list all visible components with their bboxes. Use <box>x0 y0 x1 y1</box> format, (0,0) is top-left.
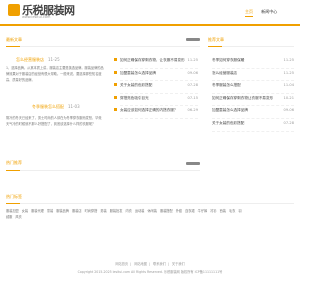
recommend-divider <box>222 46 294 47</box>
bullet-icon <box>114 83 117 87</box>
footer-link-about[interactable]: 关于我们 <box>172 262 185 266</box>
latest-list: 如何正确保存穿剩衣物，让衣服不易变形 11-25 加盟童装怎么选择品牌 09-06 … <box>114 56 198 119</box>
tag-link[interactable]: 西装 <box>220 209 226 213</box>
latest-divider <box>20 46 200 47</box>
latest-more-button[interactable] <box>186 38 200 41</box>
nav-home[interactable]: 主页 <box>245 9 253 17</box>
hot-section-title: 热门推荐 <box>6 160 22 165</box>
hot-more-button[interactable] <box>186 162 200 165</box>
footer-link-home[interactable]: 网站首页 <box>115 262 128 266</box>
tag-link[interactable]: 服装店 <box>72 209 82 213</box>
copyright: Copyright 2015-2025 lesitui.com All Righ… <box>77 270 223 274</box>
featured-1-title[interactable]: 怎么经营服装店 11-25 <box>16 57 60 63</box>
tag-link[interactable]: 服装加盟 <box>6 209 19 213</box>
bullet-icon <box>114 58 117 61</box>
tags-divider <box>20 203 294 204</box>
logo-icon[interactable] <box>8 4 20 16</box>
latest-section-title: 最新文章 <box>6 37 22 42</box>
bullet-icon <box>114 70 117 74</box>
tag-link[interactable]: 衬衫 <box>210 209 216 213</box>
hot-underline <box>6 170 20 171</box>
list-item[interactable]: 冬季如何穿衣服保暖 11-25 <box>212 56 294 69</box>
list-item[interactable]: 冬季服装怎么搭配 11-04 <box>212 81 294 94</box>
tag-link[interactable]: 男装 <box>100 209 106 213</box>
tags-underline <box>6 203 20 204</box>
latest-underline <box>6 46 20 47</box>
tag-link[interactable]: 牛仔裤 <box>198 209 208 213</box>
recommend-list: 冬季如何穿衣服保暖 11-25 怎么经营服装店 11-25 冬季服装怎么搭配 11-0… <box>212 56 294 132</box>
list-item[interactable]: 关于女装的色彩搭配 07-28 <box>212 119 294 132</box>
list-item[interactable]: 怎么经营服装店 11-25 <box>212 69 294 82</box>
tag-link[interactable]: 服装品牌 <box>56 209 69 213</box>
tags-section-title: 热门标签 <box>6 194 22 199</box>
recommend-underline <box>208 46 222 47</box>
tag-link[interactable]: 女装 <box>22 209 28 213</box>
list-item[interactable]: 如何正确保存穿剩衣物，让衣服不易变形 11-25 <box>114 56 198 69</box>
tag-link[interactable]: 服装搭配 <box>160 209 173 213</box>
site-domain: www.lesitui.com <box>22 15 51 19</box>
footer-links: 网站首页 | 网站地图 | 联系我们 | 关于我们 <box>115 262 185 266</box>
footer-link-contact[interactable]: 联系我们 <box>153 262 166 266</box>
tag-link[interactable]: 时尚穿搭 <box>85 209 98 213</box>
main-nav: 主页 新闻中心 <box>245 9 284 17</box>
tag-link[interactable]: 外套 <box>176 209 182 213</box>
footer-link-sitemap[interactable]: 网站地图 <box>134 262 147 266</box>
tag-link[interactable]: 毛衣 <box>229 209 235 213</box>
tag-link[interactable]: 休闲装 <box>147 209 157 213</box>
tag-link[interactable]: 运动装 <box>135 209 145 213</box>
tag-link[interactable]: 服装批发 <box>110 209 123 213</box>
featured-2-title[interactable]: 冬季服装怎么搭配 11-03 <box>32 104 80 110</box>
accent-bar <box>0 24 300 26</box>
list-item[interactable]: 穿搭亮色吸引目光 07-15 <box>114 94 198 107</box>
hot-divider <box>20 170 200 171</box>
bullet-icon <box>114 108 117 112</box>
list-item[interactable]: 关于女装的色彩搭配 07-28 <box>114 81 198 94</box>
tag-link[interactable]: 风衣 <box>15 215 21 219</box>
tag-link[interactable]: 童装 <box>47 209 53 213</box>
recommend-section-title: 推荐文章 <box>208 37 224 42</box>
bullet-icon <box>114 95 117 99</box>
nav-news[interactable]: 新闻中心 <box>261 9 277 14</box>
tag-cloud: 服装加盟 女装 服装代理 童装 服装品牌 服装店 时尚穿搭 男装 服装批发 内衣 运动装 休闲装 服装搭… <box>6 208 242 220</box>
list-item[interactable]: 如何正确保存穿剩衣物让衣服不易变形 10-21 <box>212 94 294 107</box>
tag-link[interactable]: 连衣裙 <box>185 209 195 213</box>
featured-1-desc: 1、选择品牌。从其本质上讲，服装店主要是挑选品牌。服装品牌的品牌效果对于服装店的… <box>6 66 104 82</box>
featured-2-desc: 阴冷的冬天已经来了，男士时尚的人却在为冬季穿衣服而发愁，毕竟天气冷的时候就不那么… <box>6 116 102 126</box>
list-item[interactable]: 女装应该如何选择正确的内搭衣服？ 06-29 <box>114 106 198 119</box>
tag-link[interactable]: 服装代理 <box>31 209 44 213</box>
list-item[interactable]: 加盟童装怎么选择品牌 09-06 <box>114 69 198 82</box>
site-header: 乐税服装网 www.lesitui.com 主页 新闻中心 <box>0 0 300 24</box>
site-footer: 网站首页 | 网站地图 | 联系我们 | 关于我们 Copyright 2015-20… <box>0 260 300 276</box>
list-item[interactable]: 加盟童装怎么选择品牌 09-06 <box>212 106 294 119</box>
tag-link[interactable]: 内衣 <box>125 209 131 213</box>
